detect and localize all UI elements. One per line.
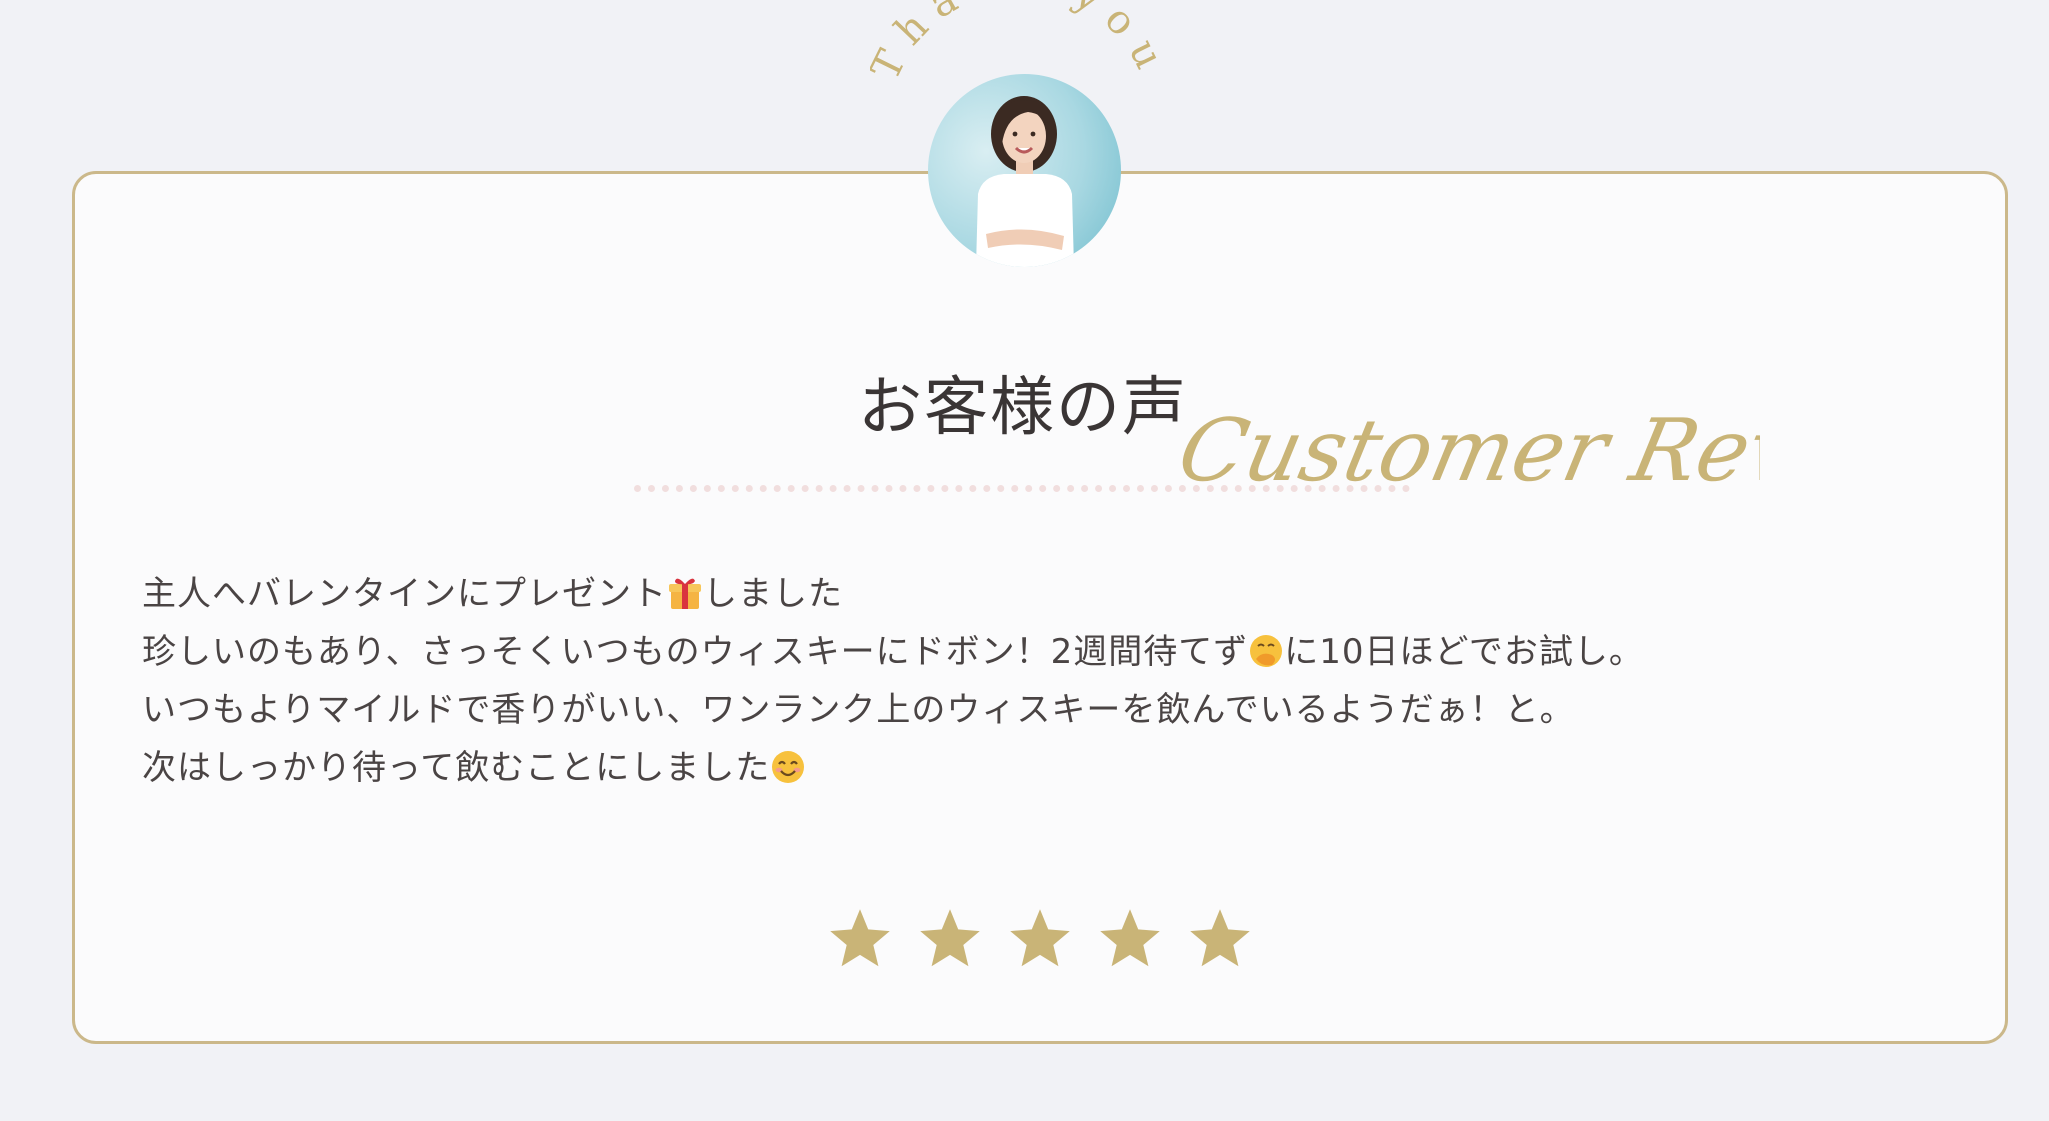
review-line-4: 次はしっかり待って飲むことにしました bbox=[142, 739, 1842, 797]
smiling-face-icon bbox=[772, 751, 805, 783]
review-line-3: いつもよりマイルドで香りがいい、ワンランク上のウィスキーを飲んでいるようだぁ！と… bbox=[142, 690, 1575, 730]
star-icon bbox=[830, 909, 890, 967]
review-text: 主人へバレンタインにプレゼント しました 珍しいのもあり、さっそくいつものウィス… bbox=[142, 565, 1842, 797]
star-icon bbox=[1010, 909, 1070, 967]
star-icon bbox=[1190, 909, 1250, 967]
star-rating bbox=[826, 905, 1254, 975]
dotted-divider bbox=[634, 485, 1410, 492]
hand-over-mouth-face-icon bbox=[1250, 635, 1283, 667]
review-line-1: 主人へバレンタインにプレゼント しました bbox=[142, 574, 843, 614]
woman-portrait-icon bbox=[976, 96, 1074, 267]
gift-icon bbox=[669, 578, 701, 609]
section-title: お客様の声 bbox=[858, 371, 1188, 445]
star-icon bbox=[920, 909, 980, 967]
star-icon bbox=[1100, 909, 1160, 967]
review-line-2: 珍しいのもあり、さっそくいつものウィスキーにドボン！2週間待てず に10日ほどで… bbox=[142, 632, 1644, 672]
customer-avatar bbox=[928, 74, 1121, 267]
